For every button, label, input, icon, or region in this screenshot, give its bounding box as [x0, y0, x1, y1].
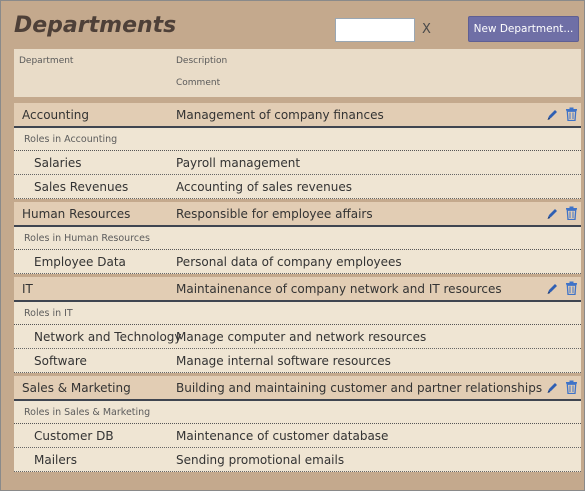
clear-search-button[interactable]: X [422, 22, 431, 37]
role-name: Mailers [34, 453, 77, 467]
column-header-comment: Comment [176, 78, 221, 88]
role-name: Sales Revenues [34, 180, 129, 194]
trash-icon[interactable] [565, 107, 578, 122]
roles-label: Roles in IT [24, 308, 73, 319]
pencil-icon[interactable] [546, 381, 558, 394]
trash-icon[interactable] [565, 206, 578, 221]
roles-label: Roles in Accounting [24, 134, 118, 145]
role-row[interactable]: Employee Data Personal data of company em… [14, 250, 581, 274]
department-description: Management of company finances [176, 108, 384, 122]
role-row[interactable]: Salaries Payroll management [14, 151, 581, 175]
role-row[interactable]: Sales Revenues Accounting of sales revenu… [14, 175, 581, 199]
departments-window: Departments X New Department... Departme… [0, 0, 585, 491]
department-row[interactable]: Human Resources Responsible for employee … [14, 202, 581, 227]
department-description: Responsible for employee affairs [176, 207, 373, 221]
column-header-description: Description [176, 56, 228, 66]
pencil-icon[interactable] [546, 282, 558, 295]
role-name: Employee Data [34, 255, 126, 269]
roles-label: Roles in Sales & Marketing [24, 407, 151, 418]
roles-label-row: Roles in Accounting [14, 128, 581, 151]
department-name: Sales & Marketing [22, 381, 131, 395]
roles-label: Roles in Human Resources [24, 233, 150, 244]
role-row[interactable]: Software Manage internal software resourc… [14, 349, 581, 373]
roles-label-row: Roles in IT [14, 302, 581, 325]
role-description: Accounting of sales revenues [176, 180, 352, 194]
roles-label-row: Roles in Sales & Marketing [14, 401, 581, 424]
department-description: Maintainenance of company network and IT… [176, 282, 502, 296]
role-name: Software [34, 354, 87, 368]
pencil-icon[interactable] [546, 207, 558, 220]
page-title: Departments [14, 13, 177, 38]
search-input[interactable] [335, 18, 415, 42]
pencil-icon[interactable] [546, 108, 558, 121]
role-name: Customer DB [34, 429, 114, 443]
role-row[interactable]: Customer DB Maintenance of customer datab… [14, 424, 581, 448]
role-description: Manage computer and network resources [176, 330, 427, 344]
department-name: Accounting [22, 108, 90, 122]
department-name: IT [22, 282, 33, 296]
role-row[interactable]: Mailers Sending promotional emails [14, 448, 581, 472]
role-description: Manage internal software resources [176, 354, 391, 368]
roles-label-row: Roles in Human Resources [14, 227, 581, 250]
trash-icon[interactable] [565, 281, 578, 296]
department-row[interactable]: IT Maintainenance of company network and … [14, 277, 581, 302]
role-description: Personal data of company employees [176, 255, 402, 269]
role-description: Maintenance of customer database [176, 429, 389, 443]
role-row[interactable]: Network and Technology Manage computer an… [14, 325, 581, 349]
trash-icon[interactable] [565, 380, 578, 395]
role-name: Network and Technology [34, 330, 182, 344]
department-row[interactable]: Sales & Marketing Building and maintainin… [14, 376, 581, 401]
department-row[interactable]: Accounting Management of company finances [14, 103, 581, 128]
new-department-button[interactable]: New Department... [468, 16, 579, 42]
department-name: Human Resources [22, 207, 131, 221]
column-header-department: Department [19, 56, 74, 66]
role-name: Salaries [34, 156, 82, 170]
role-description: Sending promotional emails [176, 453, 345, 467]
column-header: Department Description Comment [14, 49, 581, 97]
departments-list: Accounting Management of company finances… [14, 103, 581, 472]
role-description: Payroll management [176, 156, 301, 170]
department-description: Building and maintaining customer and pa… [176, 381, 543, 395]
